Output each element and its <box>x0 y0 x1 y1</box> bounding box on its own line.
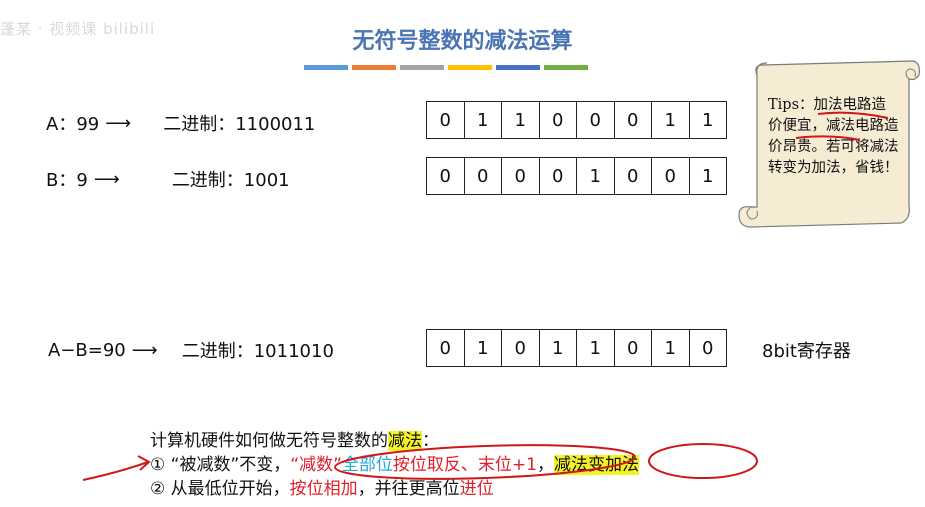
step-one-comma: ， <box>536 455 554 475</box>
bit-cell: 1 <box>502 102 540 138</box>
bit-cell: 1 <box>577 330 615 366</box>
step-one-subtrahend: “减数” <box>290 455 342 475</box>
bit-cell: 0 <box>540 102 577 138</box>
title-underline-stripes <box>304 65 588 70</box>
bit-cell: 0 <box>702 337 714 359</box>
bit-cell: 0 <box>577 102 615 138</box>
step-two: ② 从最低位开始，按位相加，并往更高位进位 <box>150 474 494 499</box>
bit-cell: 1 <box>540 330 577 366</box>
row-diff-name: A−B=90 <box>48 339 126 361</box>
bit-cell: 0 <box>502 330 540 366</box>
explanation-heading: 计算机硬件如何做无符号整数的减法： <box>150 426 439 451</box>
row-a-binary: 二进制：1100011 <box>163 114 316 135</box>
step-one: ① “被减数”不变，“减数”全部位按位取反、末位+1，减法变加法 <box>150 450 639 475</box>
bit-cell: 0 <box>615 158 652 194</box>
stripe-6 <box>544 65 588 70</box>
stripe-2 <box>352 65 396 70</box>
heading-colon: ： <box>422 431 439 451</box>
bit-cell: 0 <box>465 158 502 194</box>
stripe-3 <box>400 65 444 70</box>
bit-cell: 1 <box>702 109 714 131</box>
register-a: 0 1 1 0 0 0 1 1 <box>426 101 727 139</box>
tips-text: Tips：加法电路造价便宜，减法电路造价昂贵。若可将减法转变为加法，省钱！ <box>768 95 900 179</box>
bit-cell: 0 <box>652 158 690 194</box>
bit-cell: 0 <box>615 330 652 366</box>
step-one-invert: 按位取反、末位+1 <box>392 455 537 475</box>
bit-cell: 0 <box>427 102 465 138</box>
row-diff-label: A−B=90 ⟶ 二进制：1011010 <box>48 337 334 363</box>
bit-cell: 1 <box>652 330 690 366</box>
row-b-name: B：9 <box>46 170 88 191</box>
tips-prefix: Tips： <box>768 97 814 113</box>
bit-cell: 0 <box>502 158 540 194</box>
arrow-icon: ⟶ <box>105 112 132 134</box>
tips-adder-cheap: 加法电路 <box>813 97 872 113</box>
register-size-label: 8bit寄存器 <box>762 341 851 362</box>
row-diff-binary: 二进制：1011010 <box>181 341 334 362</box>
row-a-label: A：99 ⟶ 二进制：1100011 <box>46 110 315 136</box>
step-one-text: ① “被减数”不变， <box>150 455 291 475</box>
register-b: 0 0 0 0 1 0 0 1 <box>426 157 727 195</box>
arrow-icon: ⟶ <box>131 339 158 361</box>
stripe-5 <box>496 65 540 70</box>
step-two-carry: 进位 <box>459 479 494 499</box>
step-one-result: 减法变加法 <box>553 455 639 475</box>
row-b-label: B：9 ⟶ 二进制：1001 <box>46 166 290 192</box>
bit-cell: 1 <box>577 158 615 194</box>
bit-cell: 0 <box>427 330 465 366</box>
heading-highlight: 减法 <box>388 431 422 451</box>
bit-cell: 0 <box>427 158 465 194</box>
heading-text: 计算机硬件如何做无符号整数的 <box>150 431 388 451</box>
stripe-4 <box>448 65 492 70</box>
step-two-text-2: ，并往更高位 <box>357 479 460 499</box>
arrow-icon: ⟶ <box>93 168 120 190</box>
register-diff: 0 1 0 1 1 0 1 0 <box>426 329 727 367</box>
bit-cell: 1 <box>702 165 714 187</box>
bit-cell: 1 <box>652 102 690 138</box>
step-one-all-bits: 全部位 <box>341 455 393 475</box>
stripe-1 <box>304 65 348 70</box>
row-b-binary: 二进制：1001 <box>171 170 290 191</box>
row-a-name: A：99 <box>46 114 100 135</box>
bit-cell: 0 <box>615 102 652 138</box>
step-two-text: ② 从最低位开始， <box>150 479 290 499</box>
page-title: 无符号整数的减法运算 <box>352 28 573 54</box>
bit-cell: 0 <box>540 158 577 194</box>
step-two-add: 按位相加 <box>289 479 358 499</box>
bit-cell: 1 <box>465 330 502 366</box>
bit-cell: 1 <box>465 102 502 138</box>
